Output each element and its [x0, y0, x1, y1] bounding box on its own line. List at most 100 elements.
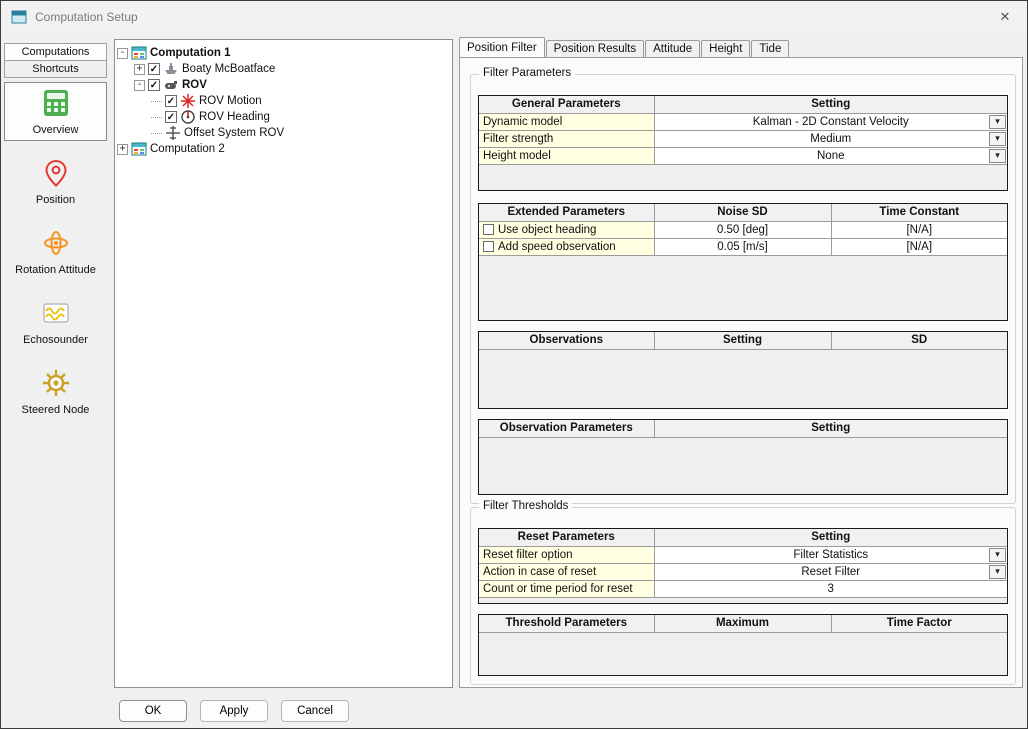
filter-parameters-group: Filter Parameters General Parameters Set… — [470, 74, 1016, 504]
checked-checkbox[interactable] — [148, 63, 160, 75]
checked-checkbox[interactable] — [165, 111, 177, 123]
filter-strength-value-cell[interactable]: Medium — [654, 130, 1007, 147]
dynamic-model-value-cell[interactable]: Kalman - 2D Constant Velocity — [654, 113, 1007, 130]
filter-strength-label-cell: Filter strength — [479, 130, 654, 147]
add-speed-observation-label-cell: Add speed observation — [479, 238, 654, 255]
tree-guide-line — [151, 133, 162, 134]
tree-node-computation-1[interactable]: - Computation 1 — [117, 45, 450, 61]
tab-position-results[interactable]: Position Results — [546, 40, 644, 57]
settings-tabstrip: Position Filter Position Results Attitud… — [459, 38, 790, 57]
observation-parameters-table: Observation Parameters Setting — [478, 419, 1008, 495]
general-parameters-table: General Parameters Setting Dynamic model… — [478, 95, 1008, 191]
time-constant-value-cell: [N/A] — [831, 221, 1007, 238]
vessel-icon — [163, 61, 179, 77]
offset-crosshair-icon — [165, 125, 181, 141]
filter-thresholds-group: Filter Thresholds Reset Parameters Setti… — [470, 507, 1016, 685]
steered-node-wheel-icon — [41, 368, 71, 401]
tree-guide-line — [151, 101, 162, 102]
ok-button[interactable]: OK — [119, 700, 187, 722]
dropdown-arrow-icon[interactable] — [989, 115, 1006, 129]
titlebar: Computation Setup ✕ — [1, 1, 1027, 33]
sidebar-tab-computations[interactable]: Computations — [4, 43, 107, 61]
tab-tide[interactable]: Tide — [751, 40, 789, 57]
checked-checkbox[interactable] — [165, 95, 177, 107]
tree-node-rov-motion[interactable]: ROV Motion — [117, 93, 450, 109]
sidebar-tab-shortcuts[interactable]: Shortcuts — [4, 60, 107, 78]
column-header: Extended Parameters — [479, 204, 654, 221]
close-icon[interactable]: ✕ — [993, 9, 1017, 25]
time-constant-value-cell: [N/A] — [831, 238, 1007, 255]
column-header: Observations — [479, 332, 654, 349]
column-header: SD — [831, 332, 1007, 349]
computation-setup-dialog: Computation Setup ✕ Computations Shortcu… — [0, 0, 1028, 729]
tree-node-label: ROV Motion — [199, 95, 262, 107]
unchecked-checkbox[interactable] — [483, 224, 494, 235]
apply-button[interactable]: Apply — [200, 700, 268, 722]
tab-position-filter[interactable]: Position Filter — [459, 37, 545, 57]
column-header: Threshold Parameters — [479, 615, 654, 632]
noise-sd-value-cell[interactable]: 0.05 [m/s] — [654, 238, 831, 255]
column-header: Noise SD — [654, 204, 831, 221]
reset-parameters-table: Reset Parameters Setting Reset filter op… — [478, 528, 1008, 604]
sidebar-item-overview[interactable]: Overview — [4, 82, 107, 141]
sidebar-item-steered-node[interactable]: Steered Node — [4, 362, 107, 421]
tab-height[interactable]: Height — [701, 40, 750, 57]
sidebar-item-label: Echosounder — [23, 334, 88, 346]
rotation-attitude-icon — [41, 228, 71, 261]
count-or-time-period-value-cell[interactable]: 3 — [654, 580, 1007, 597]
sidebar: Computations Shortcuts Overview Position… — [4, 43, 107, 421]
sidebar-item-label: Steered Node — [22, 404, 90, 416]
tree-node-rov-heading[interactable]: ROV Heading — [117, 109, 450, 125]
column-header: Setting — [654, 529, 1007, 546]
dropdown-arrow-icon[interactable] — [989, 565, 1006, 579]
reset-filter-option-value-cell[interactable]: Filter Statistics — [654, 546, 1007, 563]
tree-node-computation-2[interactable]: + Computation 2 — [117, 141, 450, 157]
computation-tree: - Computation 1 + Boaty McBoatface - ROV — [114, 39, 453, 688]
column-header: Maximum — [654, 615, 831, 632]
tree-node-rov[interactable]: - ROV — [117, 77, 450, 93]
noise-sd-value-cell[interactable]: 0.50 [deg] — [654, 221, 831, 238]
column-header: General Parameters — [479, 96, 654, 113]
dynamic-model-label-cell: Dynamic model — [479, 113, 654, 130]
tree-node-boaty-mcboatface[interactable]: + Boaty McBoatface — [117, 61, 450, 77]
expand-expander-icon[interactable]: + — [134, 64, 145, 75]
column-header: Reset Parameters — [479, 529, 654, 546]
unchecked-checkbox[interactable] — [483, 241, 494, 252]
reset-filter-option-label-cell: Reset filter option — [479, 546, 654, 563]
tree-node-offset-system-rov[interactable]: Offset System ROV — [117, 125, 450, 141]
tree-node-label: Offset System ROV — [184, 127, 284, 139]
position-filter-page: Filter Parameters General Parameters Set… — [459, 57, 1023, 688]
checked-checkbox[interactable] — [148, 79, 160, 91]
app-icon — [11, 9, 27, 25]
observations-table: Observations Setting SD — [478, 331, 1008, 409]
column-header: Observation Parameters — [479, 420, 654, 437]
sidebar-item-label: Overview — [33, 124, 79, 136]
cancel-button[interactable]: Cancel — [281, 700, 349, 722]
tree-node-label: ROV — [182, 79, 207, 91]
sidebar-item-label: Position — [36, 194, 75, 206]
sidebar-item-rotation-attitude[interactable]: Rotation Attitude — [4, 222, 107, 281]
sidebar-item-position[interactable]: Position — [4, 152, 107, 211]
computation-icon — [131, 45, 147, 61]
column-header: Setting — [654, 332, 831, 349]
column-header: Setting — [654, 96, 1007, 113]
gyro-heading-icon — [180, 109, 196, 125]
position-pin-icon — [41, 158, 71, 191]
tree-node-label: Computation 2 — [150, 143, 225, 155]
tree-node-label: ROV Heading — [199, 111, 270, 123]
expand-expander-icon[interactable]: + — [117, 144, 128, 155]
overview-icon — [41, 88, 71, 121]
sidebar-item-echosounder[interactable]: Echosounder — [4, 292, 107, 351]
column-header: Setting — [654, 420, 1007, 437]
dropdown-arrow-icon[interactable] — [989, 149, 1006, 163]
tab-attitude[interactable]: Attitude — [645, 40, 700, 57]
use-object-heading-label-cell: Use object heading — [479, 221, 654, 238]
dropdown-arrow-icon[interactable] — [989, 548, 1006, 562]
dropdown-arrow-icon[interactable] — [989, 132, 1006, 146]
collapse-expander-icon[interactable]: - — [134, 80, 145, 91]
collapse-expander-icon[interactable]: - — [117, 48, 128, 59]
height-model-value-cell[interactable]: None — [654, 147, 1007, 164]
group-label: Filter Parameters — [479, 67, 575, 79]
action-in-case-of-reset-value-cell[interactable]: Reset Filter — [654, 563, 1007, 580]
column-header: Time Constant — [831, 204, 1007, 221]
